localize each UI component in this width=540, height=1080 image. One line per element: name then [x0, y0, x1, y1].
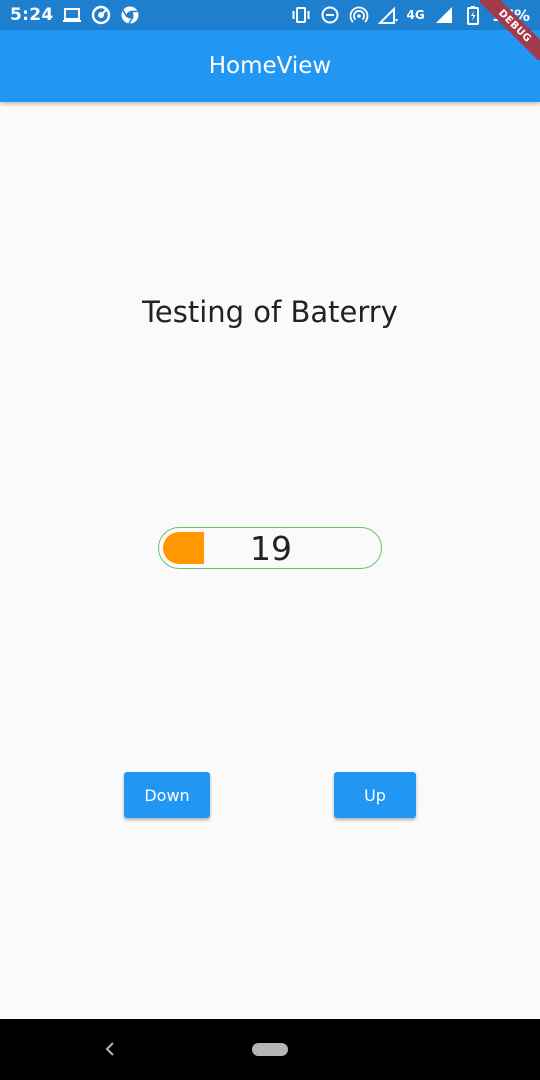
battery-value: 19: [250, 528, 292, 568]
vibrate-icon: [291, 5, 311, 25]
battery-indicator: 19: [158, 527, 382, 569]
status-bar: 5:24 4G 17%: [0, 0, 540, 30]
up-button[interactable]: Up: [334, 772, 416, 818]
cell-signal-icon: [434, 5, 454, 25]
chrome-icon: [120, 5, 140, 25]
wifi-signal-icon: [377, 5, 398, 25]
debug-banner: DEBUG: [480, 0, 540, 60]
status-left-group: 5:24: [10, 5, 140, 25]
debug-banner-label: DEBUG: [480, 0, 540, 60]
laptop-icon: [62, 5, 82, 25]
page-heading: Testing of Baterry: [142, 295, 398, 329]
settings-icon: [91, 5, 111, 25]
status-time: 5:24: [10, 5, 54, 25]
do-not-disturb-icon: [320, 5, 340, 25]
home-pill-icon[interactable]: [252, 1043, 288, 1056]
down-button[interactable]: Down: [124, 772, 210, 818]
app-bar-title: HomeView: [208, 53, 332, 79]
hotspot-icon: [349, 5, 369, 25]
network-type-label: 4G: [406, 8, 425, 22]
app-bar: HomeView: [0, 30, 540, 102]
back-icon[interactable]: [100, 1037, 120, 1061]
system-nav-bar: [0, 1019, 540, 1080]
